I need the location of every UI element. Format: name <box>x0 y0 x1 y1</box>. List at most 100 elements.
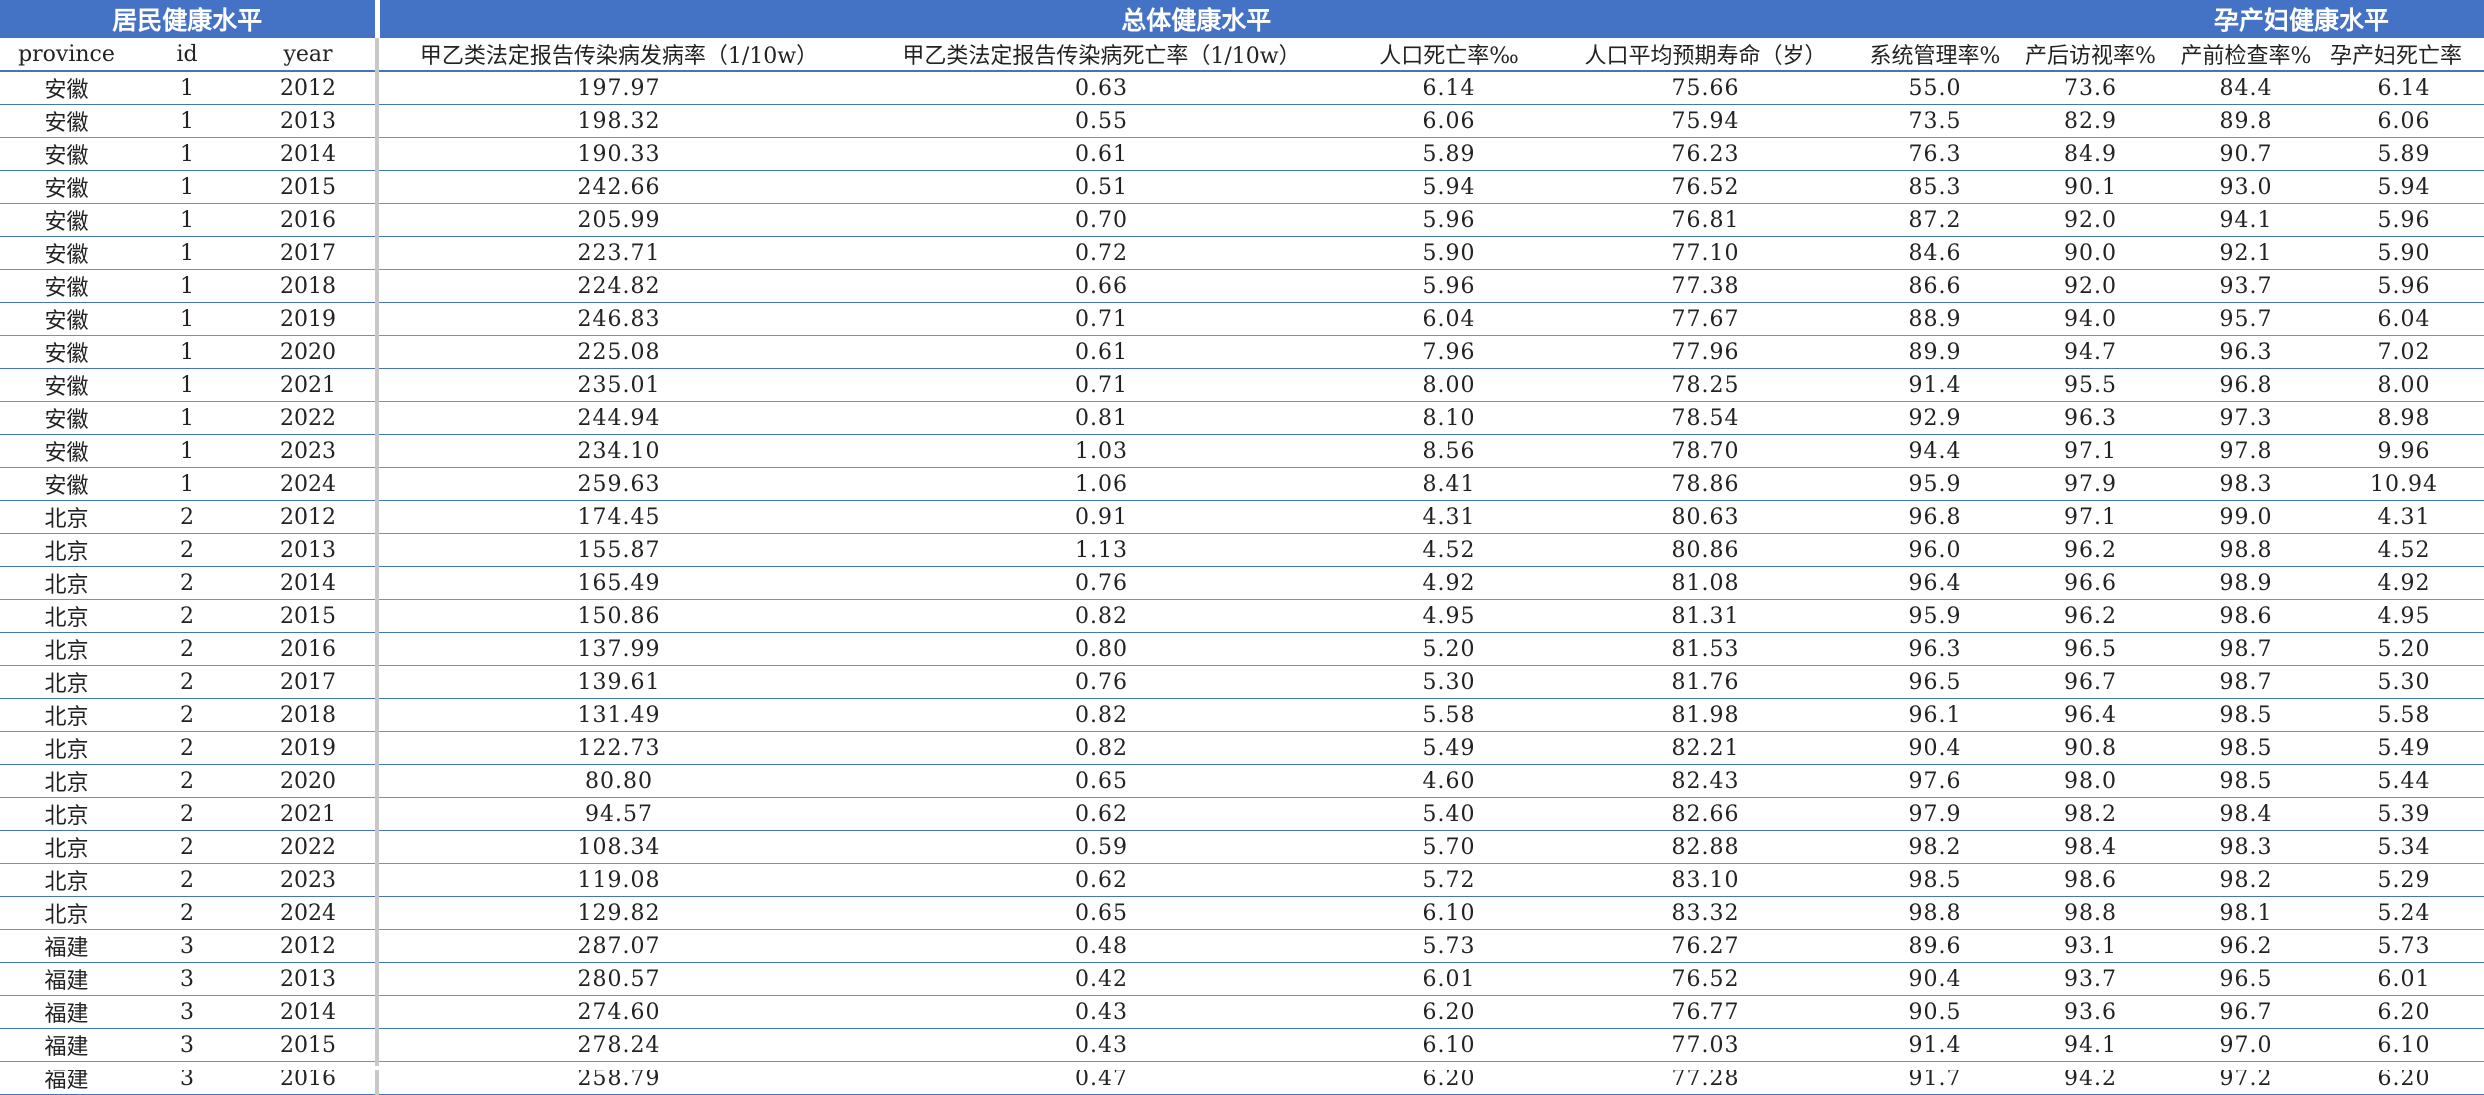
table-cell[interactable]: 福建 <box>0 1028 133 1062</box>
table-cell[interactable]: 84.4 <box>2168 71 2324 105</box>
table-cell[interactable]: 1 <box>133 467 241 501</box>
group-header-maternal[interactable]: 孕产妇健康水平 <box>2013 0 2484 38</box>
table-cell[interactable]: 北京 <box>0 533 133 567</box>
table-cell[interactable]: 2019 <box>241 302 379 336</box>
table-cell[interactable]: 2015 <box>241 599 379 633</box>
table-cell[interactable]: 0.70 <box>859 203 1344 237</box>
table-cell[interactable]: 89.6 <box>1857 929 2013 963</box>
table-cell[interactable]: 5.96 <box>1344 269 1554 303</box>
table-cell[interactable]: 5.44 <box>2324 764 2484 798</box>
table-cell[interactable]: 137.99 <box>377 632 859 666</box>
table-cell[interactable]: 287.07 <box>377 929 859 963</box>
table-cell[interactable]: 98.2 <box>2168 863 2324 897</box>
table-cell[interactable]: 93.6 <box>2013 995 2168 1029</box>
table-cell[interactable]: 2017 <box>241 236 379 270</box>
table-cell[interactable]: 5.20 <box>1344 632 1554 666</box>
table-cell[interactable]: 2 <box>133 665 241 699</box>
table-cell[interactable]: 4.31 <box>1344 500 1554 534</box>
group-header-resident[interactable]: 居民健康水平 <box>0 0 380 38</box>
table-cell[interactable]: 2023 <box>241 434 379 468</box>
table-cell[interactable]: 5.96 <box>1344 203 1554 237</box>
table-cell[interactable]: 4.31 <box>2324 500 2484 534</box>
table-cell[interactable]: 6.06 <box>1344 104 1554 138</box>
table-cell[interactable]: 5.73 <box>1344 929 1554 963</box>
table-cell[interactable]: 75.94 <box>1554 104 1857 138</box>
table-cell[interactable]: 1 <box>133 434 241 468</box>
table-cell[interactable]: 2024 <box>241 467 379 501</box>
table-cell[interactable]: 1 <box>133 269 241 303</box>
table-cell[interactable]: 94.7 <box>2013 335 2168 369</box>
table-cell[interactable]: 96.5 <box>2168 962 2324 996</box>
table-cell[interactable]: 93.0 <box>2168 170 2324 204</box>
table-cell[interactable]: 北京 <box>0 797 133 831</box>
table-cell[interactable]: 98.4 <box>2013 830 2168 864</box>
table-cell[interactable]: 北京 <box>0 731 133 765</box>
table-cell[interactable]: 1 <box>133 236 241 270</box>
table-cell[interactable]: 96.0 <box>1857 533 2013 567</box>
table-cell[interactable]: 安徽 <box>0 104 133 138</box>
table-cell[interactable]: 98.5 <box>2168 698 2324 732</box>
table-cell[interactable]: 82.21 <box>1554 731 1857 765</box>
table-cell[interactable]: 8.00 <box>1344 368 1554 402</box>
table-cell[interactable]: 2 <box>133 731 241 765</box>
table-cell[interactable]: 3 <box>133 962 241 996</box>
table-cell[interactable]: 77.96 <box>1554 335 1857 369</box>
table-cell[interactable]: 10.94 <box>2324 467 2484 501</box>
table-cell[interactable]: 5.90 <box>1344 236 1554 270</box>
table-cell[interactable]: 2 <box>133 863 241 897</box>
table-cell[interactable]: 2013 <box>241 533 379 567</box>
table-cell[interactable]: 97.1 <box>2013 500 2168 534</box>
column-header[interactable]: 孕产妇死亡率 <box>2324 38 2484 72</box>
table-cell[interactable]: 197.97 <box>377 71 859 105</box>
table-cell[interactable]: 2015 <box>241 1028 379 1062</box>
table-cell[interactable]: 2013 <box>241 962 379 996</box>
column-header[interactable]: 产前检查率% <box>2168 38 2324 72</box>
table-cell[interactable]: 78.86 <box>1554 467 1857 501</box>
table-cell[interactable]: 北京 <box>0 632 133 666</box>
table-cell[interactable]: 198.32 <box>377 104 859 138</box>
table-cell[interactable]: 81.31 <box>1554 599 1857 633</box>
table-cell[interactable]: 5.40 <box>1344 797 1554 831</box>
table-cell[interactable]: 94.0 <box>2013 302 2168 336</box>
table-cell[interactable]: 8.00 <box>2324 368 2484 402</box>
table-cell[interactable]: 1 <box>133 302 241 336</box>
table-cell[interactable]: 76.23 <box>1554 137 1857 171</box>
table-cell[interactable]: 93.7 <box>2168 269 2324 303</box>
table-cell[interactable]: 1 <box>133 104 241 138</box>
table-cell[interactable]: 96.7 <box>2168 995 2324 1029</box>
table-cell[interactable]: 3 <box>133 1028 241 1062</box>
table-cell[interactable]: 0.43 <box>859 1028 1344 1062</box>
table-cell[interactable]: 97.9 <box>1857 797 2013 831</box>
table-cell[interactable]: 6.14 <box>1344 71 1554 105</box>
column-header[interactable]: 甲乙类法定报告传染病死亡率（1/10w） <box>859 38 1344 72</box>
table-cell[interactable]: 5.89 <box>1344 137 1554 171</box>
table-cell[interactable]: 5.30 <box>2324 665 2484 699</box>
table-cell[interactable]: 2013 <box>241 104 379 138</box>
table-cell[interactable]: 75.66 <box>1554 71 1857 105</box>
table-cell[interactable]: 2021 <box>241 797 379 831</box>
table-cell[interactable]: 8.56 <box>1344 434 1554 468</box>
table-cell[interactable]: 96.6 <box>2013 566 2168 600</box>
table-cell[interactable]: 97.0 <box>2168 1028 2324 1062</box>
table-cell[interactable]: 6.10 <box>1344 896 1554 930</box>
table-cell[interactable]: 8.98 <box>2324 401 2484 435</box>
table-cell[interactable]: 0.48 <box>859 929 1344 963</box>
table-cell[interactable]: 0.55 <box>859 104 1344 138</box>
table-cell[interactable]: 95.9 <box>1857 599 2013 633</box>
table-cell[interactable]: 5.34 <box>2324 830 2484 864</box>
table-cell[interactable]: 2022 <box>241 830 379 864</box>
table-cell[interactable]: 244.94 <box>377 401 859 435</box>
table-cell[interactable]: 94.57 <box>377 797 859 831</box>
table-cell[interactable]: 5.96 <box>2324 269 2484 303</box>
table-cell[interactable]: 78.54 <box>1554 401 1857 435</box>
table-cell[interactable]: 278.24 <box>377 1028 859 1062</box>
table-cell[interactable]: 190.33 <box>377 137 859 171</box>
table-cell[interactable]: 76.52 <box>1554 170 1857 204</box>
table-cell[interactable]: 3 <box>133 995 241 1029</box>
table-cell[interactable]: 2 <box>133 797 241 831</box>
table-cell[interactable]: 安徽 <box>0 368 133 402</box>
table-cell[interactable]: 1.06 <box>859 467 1344 501</box>
table-cell[interactable]: 92.0 <box>2013 203 2168 237</box>
table-cell[interactable]: 99.0 <box>2168 500 2324 534</box>
table-cell[interactable]: 1.03 <box>859 434 1344 468</box>
